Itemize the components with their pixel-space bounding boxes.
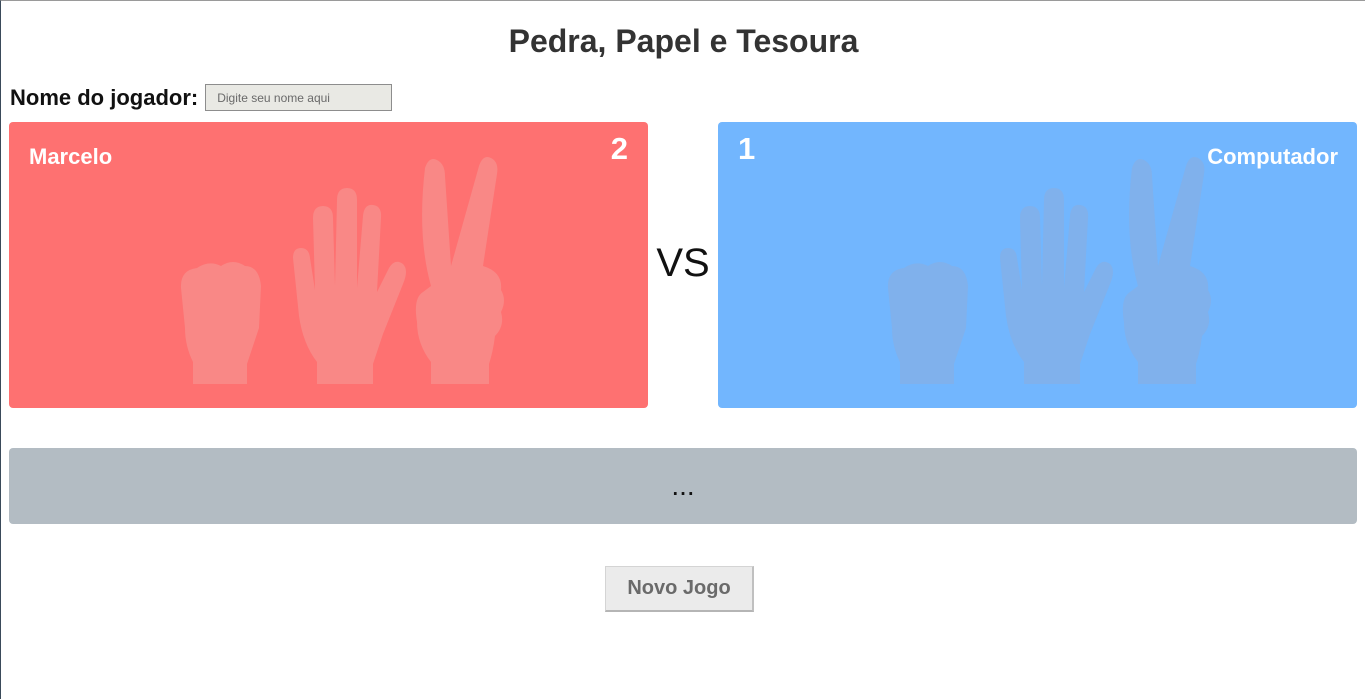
player-name: Marcelo (29, 144, 113, 169)
result-message: ... (9, 448, 1357, 524)
page-title: Pedra, Papel e Tesoura (508, 23, 859, 59)
player-score: 2 (610, 131, 628, 166)
player-panel: Marcelo 2 (9, 122, 648, 408)
player-name-input[interactable] (205, 84, 393, 111)
versus-label: VS (656, 241, 710, 285)
paper-hand-icon (1000, 188, 1113, 384)
computer-score: 1 (738, 131, 756, 166)
player-name-label: Nome do jogador: (10, 84, 199, 110)
rock-hand-icon (887, 262, 968, 384)
new-game-button[interactable]: Novo Jogo (605, 566, 754, 612)
scissors-hand-icon (1122, 157, 1211, 384)
computer-panel: 1 Computador (718, 122, 1357, 408)
player-name-row: Nome do jogador: (10, 84, 393, 111)
computer-name: Computador (1207, 144, 1338, 169)
paper-hand-icon[interactable] (293, 188, 406, 384)
rock-hand-icon[interactable] (180, 262, 261, 384)
scissors-hand-icon[interactable] (415, 157, 504, 384)
